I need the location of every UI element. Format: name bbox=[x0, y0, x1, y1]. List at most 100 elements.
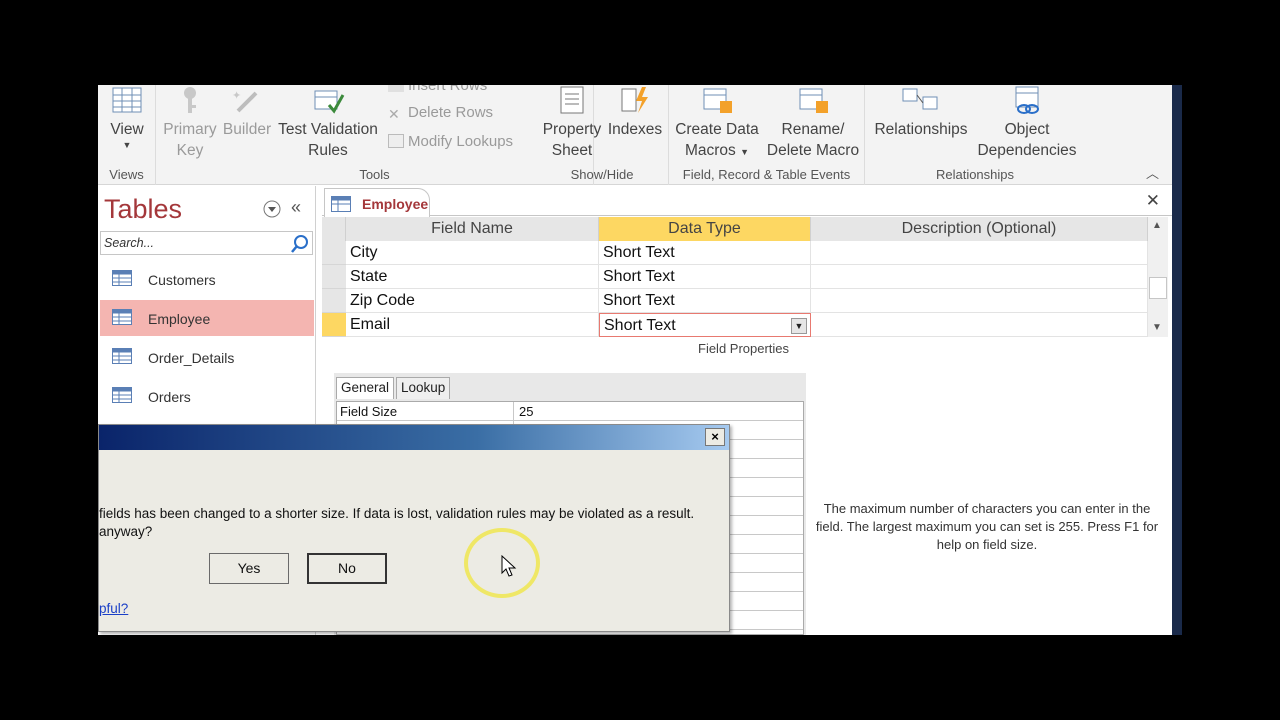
nav-item-order-details[interactable]: Order_Details bbox=[100, 339, 314, 375]
data-type-cell[interactable]: Short Text bbox=[599, 265, 811, 289]
modify-lookups-icon bbox=[388, 134, 404, 148]
nav-item-label: Orders bbox=[148, 389, 191, 405]
nav-item-label: Customers bbox=[148, 272, 216, 288]
modify-lookups-button[interactable]: Modify Lookups bbox=[388, 133, 513, 150]
data-type-cell[interactable]: Short Text bbox=[599, 241, 811, 265]
property-sheet-icon bbox=[560, 86, 584, 114]
test-validation-label-1: Test Validation bbox=[278, 121, 378, 138]
no-button[interactable]: No bbox=[307, 553, 387, 584]
primary-key-button[interactable]: Primary Key bbox=[160, 85, 220, 161]
description-cell[interactable] bbox=[811, 313, 1148, 337]
nav-collapse-icon[interactable]: « bbox=[291, 197, 301, 218]
nav-search-input[interactable]: Search... bbox=[100, 231, 313, 255]
indexes-button[interactable]: Indexes bbox=[604, 85, 666, 140]
nav-item-customers[interactable]: Customers bbox=[100, 261, 314, 297]
field-name-cell[interactable]: Zip Code bbox=[346, 289, 599, 313]
create-data-macros-label-1: Create Data bbox=[675, 121, 759, 138]
test-validation-label-2: Rules bbox=[308, 142, 348, 159]
events-group: Create Data Macros ▼ Rename/ Delete Macr… bbox=[669, 85, 865, 185]
field-name-cell[interactable]: State bbox=[346, 265, 599, 289]
data-type-cell-editing[interactable]: Short Text ▼ bbox=[599, 313, 811, 337]
row-selector[interactable] bbox=[322, 265, 346, 289]
create-data-macros-button[interactable]: Create Data Macros ▼ bbox=[671, 85, 763, 163]
dialog-titlebar[interactable] bbox=[99, 425, 729, 450]
views-group-label: Views bbox=[109, 167, 144, 182]
rename-delete-macro-icon bbox=[799, 88, 828, 113]
relationships-button[interactable]: Relationships bbox=[869, 85, 973, 140]
tab-lookup[interactable]: Lookup bbox=[396, 377, 451, 399]
indexes-label: Indexes bbox=[607, 121, 663, 138]
field-size-help-text: The maximum number of characters you can… bbox=[815, 501, 1159, 552]
scroll-down-icon[interactable]: ▼ bbox=[1152, 322, 1162, 333]
builder-button[interactable]: ✦ Builder bbox=[220, 85, 274, 140]
description-cell[interactable] bbox=[811, 241, 1148, 265]
data-type-value: Short Text bbox=[604, 317, 676, 334]
indexes-lightning-icon bbox=[621, 87, 648, 113]
datasheet-view-icon bbox=[112, 87, 142, 113]
nav-item-employee[interactable]: Employee bbox=[100, 300, 314, 336]
table-row[interactable]: Email Short Text ▼ bbox=[322, 313, 1168, 337]
nav-item-label: Employee bbox=[148, 311, 211, 327]
property-sheet-label-2: Sheet bbox=[551, 142, 593, 159]
mouse-cursor-icon bbox=[501, 555, 517, 577]
property-value[interactable]: 25 bbox=[519, 404, 533, 419]
table-icon bbox=[331, 196, 351, 212]
field-name-cell[interactable]: Email bbox=[346, 313, 599, 337]
search-icon[interactable] bbox=[290, 234, 310, 254]
column-divider bbox=[513, 402, 514, 421]
relationships-label: Relationships bbox=[874, 121, 968, 138]
tab-employee[interactable]: Employee bbox=[324, 188, 430, 217]
nav-menu-dropdown-icon[interactable] bbox=[263, 200, 281, 218]
test-validation-rules-button[interactable]: Test Validation Rules bbox=[274, 85, 382, 161]
view-label: View bbox=[110, 121, 144, 138]
nav-item-orders[interactable]: Orders bbox=[100, 378, 314, 414]
data-type-cell[interactable]: Short Text bbox=[599, 289, 811, 313]
table-row[interactable]: City Short Text bbox=[322, 241, 1168, 265]
delete-rows-icon: ✕ bbox=[388, 106, 400, 122]
builder-wand-icon: ✦ bbox=[232, 90, 258, 113]
object-dependencies-label-2: Dependencies bbox=[977, 142, 1077, 159]
row-selector[interactable] bbox=[322, 289, 346, 313]
window-edge bbox=[1172, 85, 1182, 635]
yes-button[interactable]: Yes bbox=[209, 553, 289, 584]
show-hide-group-label: Show/Hide bbox=[570, 167, 634, 182]
test-validation-icon bbox=[314, 90, 345, 114]
dialog-help-link[interactable]: pful? bbox=[99, 601, 128, 616]
grid-scrollbar[interactable]: ▲ ▼ bbox=[1148, 217, 1168, 337]
tab-general[interactable]: General bbox=[336, 377, 395, 399]
confirm-dialog: × fields has been changed to a shorter s… bbox=[98, 424, 730, 632]
rename-delete-macro-label-2: Delete Macro bbox=[766, 142, 860, 159]
show-hide-group: Property Sheet Indexes Show/Hide bbox=[536, 85, 669, 185]
dialog-close-button[interactable]: × bbox=[705, 428, 725, 446]
create-data-macros-icon bbox=[703, 88, 732, 113]
delete-rows-button[interactable]: ✕ Delete Rows bbox=[388, 104, 493, 121]
row-selector-header bbox=[322, 217, 346, 241]
scroll-thumb[interactable] bbox=[1149, 277, 1167, 299]
insert-rows-button[interactable]: Insert Rows bbox=[388, 85, 487, 94]
modify-lookups-label: Modify Lookups bbox=[408, 133, 514, 150]
row-selector-current[interactable] bbox=[322, 313, 346, 337]
relationships-group: Relationships Object Dependencies Relati… bbox=[865, 85, 1085, 185]
property-row-field-size[interactable]: Field Size 25 bbox=[337, 402, 803, 421]
description-cell[interactable] bbox=[811, 289, 1148, 313]
row-selector[interactable] bbox=[322, 241, 346, 265]
object-dependencies-button[interactable]: Object Dependencies bbox=[973, 85, 1081, 161]
field-name-cell[interactable]: City bbox=[346, 241, 599, 265]
builder-label: Builder bbox=[222, 121, 272, 138]
table-row[interactable]: State Short Text bbox=[322, 265, 1168, 289]
nav-item-label: Order_Details bbox=[148, 350, 235, 366]
rename-delete-macro-button[interactable]: Rename/ Delete Macro bbox=[763, 85, 863, 161]
property-sheet-label-1: Property bbox=[542, 121, 602, 138]
scroll-up-icon[interactable]: ▲ bbox=[1152, 220, 1162, 231]
relationships-icon bbox=[902, 88, 938, 110]
data-type-dropdown-icon[interactable]: ▼ bbox=[791, 318, 807, 334]
property-sheet-button[interactable]: Property Sheet bbox=[540, 85, 604, 161]
close-document-icon[interactable]: ✕ bbox=[1146, 191, 1160, 211]
collapse-ribbon-icon[interactable]: ︿ bbox=[1146, 163, 1159, 182]
tab-label: Employee bbox=[362, 196, 429, 212]
description-cell[interactable] bbox=[811, 265, 1148, 289]
view-button[interactable]: View ▼ bbox=[104, 85, 150, 150]
table-row[interactable]: Zip Code Short Text bbox=[322, 289, 1168, 313]
dialog-message: fields has been changed to a shorter siz… bbox=[99, 505, 694, 541]
create-data-macros-label-2: Macros ▼ bbox=[684, 142, 750, 159]
